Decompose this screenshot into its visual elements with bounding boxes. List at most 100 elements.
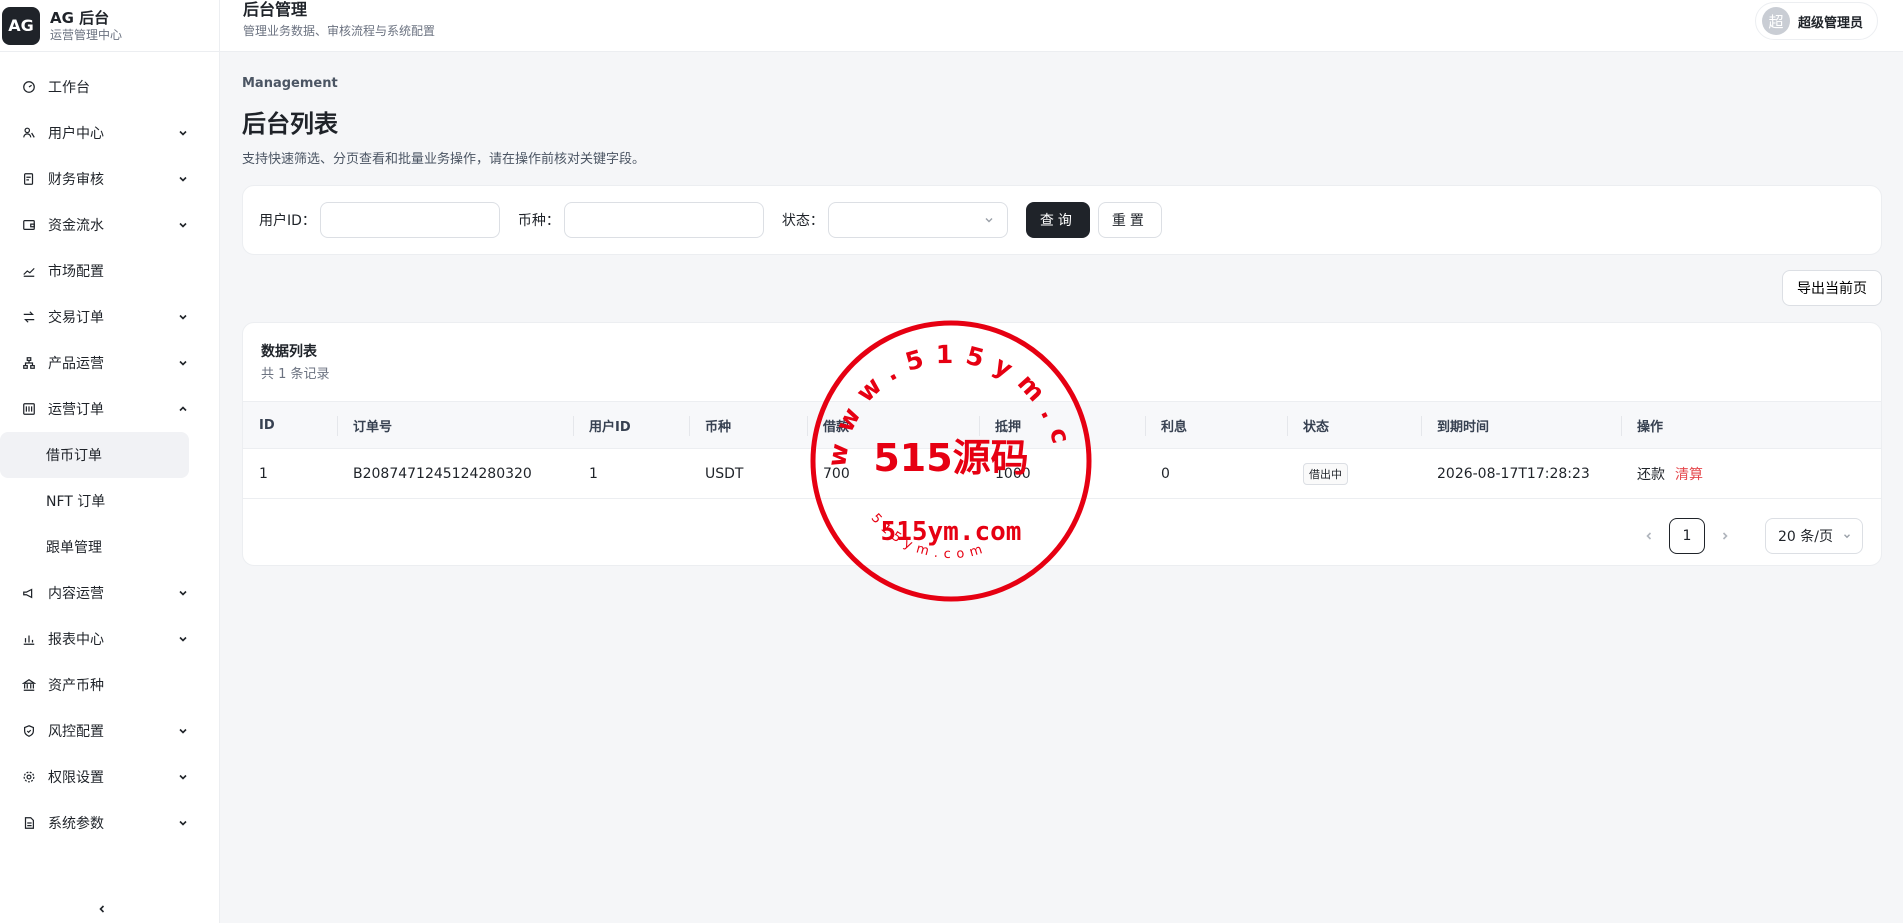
sidebar-item-content-ops[interactable]: 内容运营	[0, 570, 219, 616]
status-label: 状态：	[781, 213, 824, 229]
liquidate-link[interactable]: 清算	[1675, 464, 1703, 484]
cell-id: 1	[259, 465, 268, 482]
cell-user-id: 1	[589, 465, 598, 482]
sidebar-item-dashboard[interactable]: 工作台	[0, 64, 219, 110]
sidebar-item-label: 工作台	[48, 80, 90, 96]
sub-menu-ops-orders: 借币订单 NFT 订单 跟单管理	[0, 432, 207, 570]
sidebar-item-label: 资金流水	[48, 218, 104, 234]
chevron-down-icon	[177, 127, 189, 139]
sidebar-item-copy-trading[interactable]: 跟单管理	[0, 524, 195, 570]
sidebar-item-finance-audit[interactable]: 财务审核	[0, 156, 219, 202]
sidebar-collapse-button[interactable]	[92, 899, 112, 919]
chevron-down-icon	[177, 725, 189, 737]
audit-icon	[22, 172, 36, 186]
chevron-down-icon	[177, 771, 189, 783]
sidebar-item-label: 交易订单	[48, 310, 104, 326]
top-bar: 后台管理 管理业务数据、审核流程与系统配置 超 超级管理员	[220, 0, 1903, 52]
sidebar-item-fund-flow[interactable]: 资金流水	[0, 202, 219, 248]
cell-currency: USDT	[705, 465, 744, 482]
megaphone-icon	[22, 586, 36, 600]
data-table-card: 数据列表 共 1 条记录 ID 订单号 用户ID 币种 借款 抵押 利息 状态 …	[242, 322, 1882, 566]
sidebar-item-asset-currency[interactable]: 资产币种	[0, 662, 219, 708]
sidebar-item-market-config[interactable]: 市场配置	[0, 248, 219, 294]
chevron-down-icon	[177, 633, 189, 645]
column-header: 到期时间	[1421, 402, 1489, 448]
page-number-button[interactable]: 1	[1669, 518, 1705, 554]
next-page-button[interactable]	[1709, 518, 1741, 554]
page-description: 支持快速筛选、分页查看和批量业务操作，请在操作前核对关键字段。	[242, 152, 646, 167]
sidebar: AG AG 后台 运营管理中心 工作台 用户中心 财务审核 资金流水 市场配置	[0, 0, 220, 923]
column-header: 操作	[1621, 402, 1663, 448]
shield-icon	[22, 724, 36, 738]
sidebar-item-product-ops[interactable]: 产品运营	[0, 340, 219, 386]
sidebar-item-label: 报表中心	[48, 632, 104, 648]
page-title: 后台列表	[242, 110, 338, 138]
dashboard-icon	[22, 80, 36, 94]
page-size-value: 20 条/页	[1778, 529, 1833, 545]
wallet-icon	[22, 218, 36, 232]
header-subtitle: 管理业务数据、审核流程与系统配置	[243, 24, 436, 38]
sidebar-item-trade-orders[interactable]: 交易订单	[0, 294, 219, 340]
chart-line-icon	[22, 264, 36, 278]
sidebar-nav: 工作台 用户中心 财务审核 资金流水 市场配置 交易订单 产品运营 运营订单 借…	[0, 52, 219, 846]
sidebar-item-label: 市场配置	[48, 264, 104, 280]
gear-icon	[22, 770, 36, 784]
sidebar-item-nft-orders[interactable]: NFT 订单	[0, 478, 195, 524]
column-header: 状态	[1287, 402, 1329, 448]
sidebar-item-label: 财务审核	[48, 172, 104, 188]
sidebar-item-loan-orders[interactable]: 借币订单	[0, 432, 189, 478]
page-size-select[interactable]: 20 条/页	[1765, 518, 1863, 554]
column-header: 抵押	[979, 402, 1021, 448]
currency-label: 币种：	[517, 213, 560, 229]
search-button[interactable]: 查询	[1025, 202, 1090, 238]
brand: AG AG 后台 运营管理中心	[0, 0, 219, 52]
document-icon	[22, 816, 36, 830]
sidebar-item-label: 系统参数	[48, 816, 104, 832]
prev-page-button[interactable]	[1633, 518, 1665, 554]
cell-due-time: 2026-08-17T17:28:23	[1437, 465, 1590, 482]
brand-logo: AG	[2, 6, 40, 45]
orders-icon	[22, 402, 36, 416]
status-select[interactable]	[827, 202, 1008, 238]
chevron-right-icon	[1722, 532, 1728, 540]
user-menu[interactable]: 超 超级管理员	[1754, 2, 1878, 40]
sidebar-item-reports[interactable]: 报表中心	[0, 616, 219, 662]
reset-button[interactable]: 重置	[1097, 202, 1162, 238]
sidebar-item-label: 资产币种	[48, 678, 104, 694]
sidebar-item-users[interactable]: 用户中心	[0, 110, 219, 156]
chevron-down-icon	[1844, 534, 1850, 539]
sidebar-item-label: 内容运营	[48, 586, 104, 602]
column-header: ID	[259, 417, 275, 433]
chevron-up-icon	[177, 403, 189, 415]
chevron-left-icon	[99, 905, 105, 913]
hierarchy-icon	[22, 356, 36, 370]
brand-subtitle: 运营管理中心	[50, 27, 123, 42]
record-count: 共 1 条记录	[261, 367, 330, 382]
column-header: 利息	[1145, 402, 1187, 448]
chevron-down-icon	[177, 311, 189, 323]
status-badge: 借出中	[1303, 462, 1348, 485]
sidebar-item-system-params[interactable]: 系统参数	[0, 800, 219, 846]
currency-input[interactable]	[563, 202, 764, 238]
sidebar-item-permissions[interactable]: 权限设置	[0, 754, 219, 800]
user-id-input[interactable]	[319, 202, 500, 238]
sidebar-item-label: 运营订单	[48, 402, 104, 418]
column-header: 订单号	[337, 402, 392, 448]
bank-icon	[22, 678, 36, 692]
export-current-page-button[interactable]: 导出当前页	[1782, 270, 1882, 306]
cell-collateral: 1000	[995, 465, 1031, 482]
table-title: 数据列表	[261, 344, 317, 360]
user-name: 超级管理员	[1797, 15, 1863, 31]
cell-loan: 700	[823, 465, 850, 482]
chevron-down-icon	[177, 219, 189, 231]
chevron-down-icon	[177, 587, 189, 599]
sidebar-item-label: 权限设置	[48, 770, 104, 786]
repay-link[interactable]: 还款	[1637, 464, 1665, 484]
column-header: 借款	[807, 402, 849, 448]
avatar: 超	[1761, 7, 1790, 35]
user-id-label: 用户ID：	[259, 213, 316, 229]
sidebar-item-ops-orders[interactable]: 运营订单	[0, 386, 219, 432]
chevron-down-icon	[177, 357, 189, 369]
sidebar-item-risk-config[interactable]: 风控配置	[0, 708, 219, 754]
table-row: 1 B2087471245124280320 1 USDT 700 1000 0…	[243, 449, 1881, 499]
